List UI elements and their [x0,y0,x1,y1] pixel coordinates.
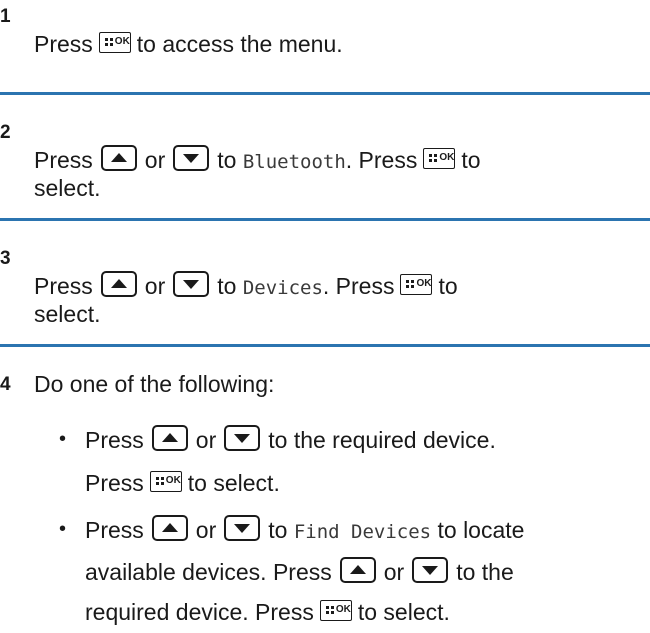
bullet-icon: • [59,518,67,540]
step-text: Press OK to access the menu. [34,31,343,57]
divider [0,218,650,221]
down-arrow-key-icon [412,556,449,583]
divider [0,92,650,95]
menu-ok-key-icon: OK [98,32,131,54]
bullet-text: Press or to Find Devices to locate [85,514,524,546]
up-arrow-key-icon [339,556,376,583]
down-arrow-key-icon [173,144,210,171]
menu-ok-key-icon: OK [319,600,352,622]
step-number: 4 [0,374,11,395]
bullet-text: Press or to the required device. [85,424,496,455]
menu-item-name: Bluetooth [242,151,346,173]
bullet-text-cont: required device. Press OK to select. [85,599,450,625]
bullet-text-cont: Press OK to select. [85,470,280,496]
up-arrow-key-icon [151,424,188,451]
step-number: 1 [0,6,11,27]
up-arrow-key-icon [100,270,137,297]
step-text: Press or to Devices. Press OK to [34,270,458,302]
step-number: 2 [0,122,11,143]
divider [0,344,650,347]
step-text-cont: select. [34,301,101,327]
step-text-cont: select. [34,175,101,201]
menu-item-name: Find Devices [293,521,432,543]
up-arrow-key-icon [151,514,188,541]
bullet-text-cont: available devices. Press or to the [85,556,514,587]
down-arrow-key-icon [224,514,261,541]
step-number: 3 [0,248,11,269]
step-text: Press or to Bluetooth. Press OK to [34,144,481,176]
bullet-icon: • [59,428,67,450]
menu-item-name: Devices [242,277,323,299]
down-arrow-key-icon [173,270,210,297]
menu-ok-key-icon: OK [149,471,182,493]
step-intro: Do one of the following: [34,371,275,397]
up-arrow-key-icon [100,144,137,171]
menu-ok-key-icon: OK [400,274,433,296]
menu-ok-key-icon: OK [423,148,456,170]
down-arrow-key-icon [224,424,261,451]
